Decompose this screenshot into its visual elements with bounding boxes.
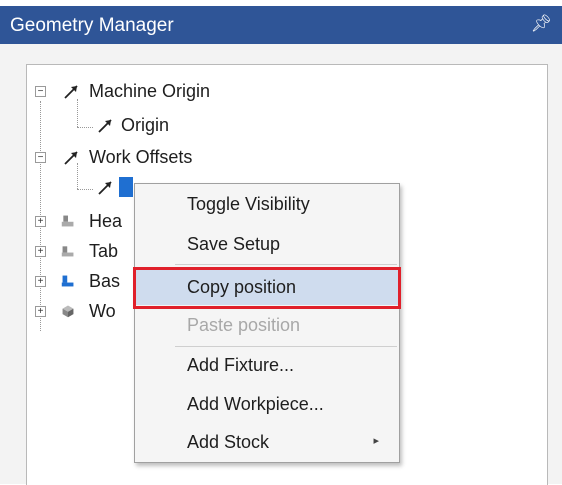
- table-icon: [61, 246, 74, 257]
- menu-item-paste-position[interactable]: Paste position: [135, 307, 399, 343]
- menu-item-label: Paste position: [187, 315, 301, 335]
- menu-item-save-setup[interactable]: Save Setup: [135, 226, 399, 262]
- tree-connector: [77, 99, 78, 127]
- menu-item-label: Copy position: [187, 277, 297, 297]
- tree-item-label: Wo: [89, 301, 116, 321]
- tree-connector: [77, 127, 93, 128]
- workpiece-icon: [62, 305, 74, 318]
- menu-separator: [175, 264, 397, 265]
- menu-item-label: Add Workpiece...: [187, 394, 324, 414]
- tree-item-label: Work Offsets: [89, 147, 193, 167]
- tree-connector: [77, 189, 93, 190]
- head-icon: [61, 215, 74, 227]
- menu-item-toggle-visibility[interactable]: Toggle Visibility: [135, 186, 399, 222]
- panel-title: Geometry Manager: [10, 15, 174, 36]
- menu-item-add-fixture[interactable]: Add Fixture...: [135, 347, 399, 383]
- menu-item-add-workpiece[interactable]: Add Workpiece...: [135, 386, 399, 422]
- arrow-icon: [64, 151, 78, 165]
- menu-item-label: Save Setup: [187, 234, 281, 254]
- context-menu: Toggle Visibility Save Setup Copy positi…: [133, 183, 401, 463]
- pin-icon[interactable]: 📌︎: [530, 14, 552, 34]
- arrow-icon: [98, 181, 112, 195]
- selection-marker: [119, 177, 133, 197]
- collapse-icon[interactable]: −: [35, 152, 46, 163]
- collapse-icon[interactable]: −: [35, 86, 46, 97]
- expand-icon[interactable]: +: [35, 216, 46, 227]
- panel-titlebar: Geometry Manager 📌︎: [0, 6, 562, 44]
- tree-item-label: Machine Origin: [89, 81, 211, 101]
- expand-icon[interactable]: +: [35, 306, 46, 317]
- base-icon: [61, 275, 74, 287]
- menu-item-add-stock[interactable]: Add Stock ▸: [135, 424, 399, 460]
- menu-item-label: Toggle Visibility: [187, 194, 310, 214]
- submenu-arrow-icon: ▸: [373, 435, 379, 447]
- tree-item-label: Bas: [89, 271, 121, 291]
- menu-item-label: Add Stock: [187, 432, 270, 452]
- arrow-icon: [98, 119, 112, 133]
- tree-item-label: Hea: [89, 211, 123, 231]
- arrow-icon: [64, 85, 78, 99]
- tree-item-label: Tab: [89, 241, 119, 261]
- menu-item-label: Add Fixture...: [187, 355, 295, 375]
- menu-item-copy-position[interactable]: Copy position: [133, 267, 401, 309]
- expand-icon[interactable]: +: [35, 276, 46, 287]
- expand-icon[interactable]: +: [35, 246, 46, 257]
- tree-item-label: Origin: [121, 115, 170, 135]
